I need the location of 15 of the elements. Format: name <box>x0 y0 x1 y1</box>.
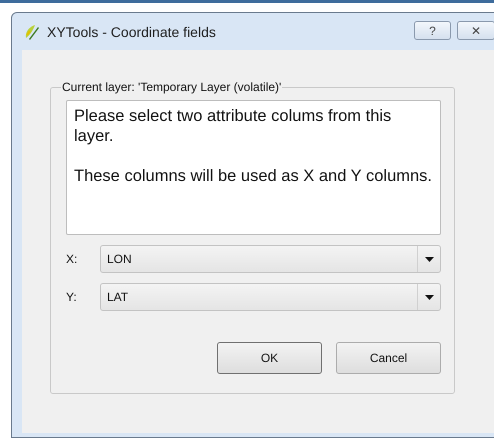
ok-button[interactable]: OK <box>217 342 322 374</box>
cancel-button[interactable]: Cancel <box>336 342 441 374</box>
window-title: XYTools - Coordinate fields <box>47 24 216 40</box>
dropdown-arrow-icon <box>424 294 434 300</box>
column-dropdown[interactable]: LAT <box>100 283 441 311</box>
message-text: These columns will be used as X and Y columns. <box>74 166 433 186</box>
dropdown-arrow-icon <box>424 256 434 262</box>
pencil-leaf-icon <box>23 22 41 40</box>
close-button[interactable]: ✕ <box>457 21 494 40</box>
field-label: X: <box>66 252 78 266</box>
field-label: Y: <box>66 290 78 304</box>
group-title: Current layer: 'Temporary Layer (volatile)' <box>61 80 282 94</box>
message-text: Please select two attribute colums from this layer. <box>74 106 392 146</box>
column-dropdown[interactable]: LON <box>100 245 441 273</box>
help-button[interactable]: ? <box>414 21 451 40</box>
